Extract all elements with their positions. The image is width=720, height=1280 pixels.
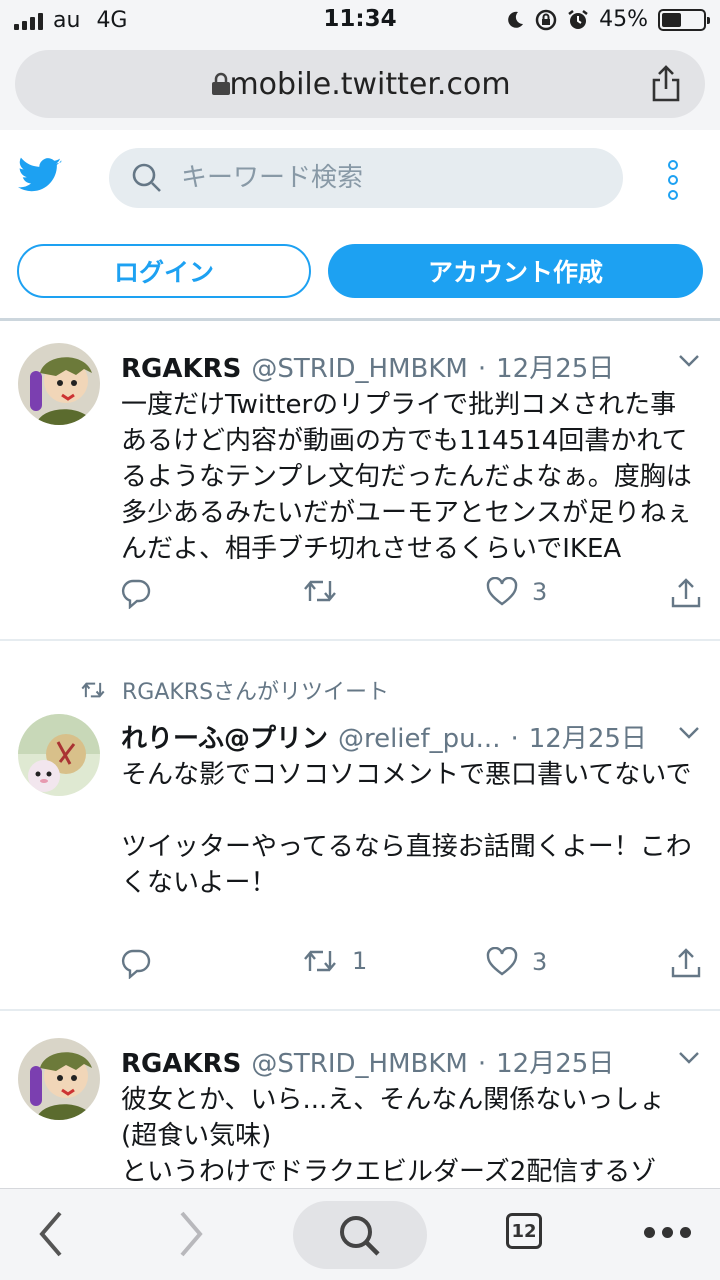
tabs-button[interactable]: 12: [506, 1213, 542, 1249]
browser-toolbar: 12: [0, 1188, 720, 1280]
twitter-logo-icon[interactable]: [18, 157, 62, 195]
tweet-header: RGAKRS @STRID_HMBKM · 12月25日: [121, 348, 660, 385]
author-name[interactable]: RGAKRS: [121, 1049, 241, 1079]
retweet-icon: [304, 950, 336, 972]
tweet-header: れりーふ@プリン @relief_pu... · 12月25日: [121, 718, 660, 755]
author-name[interactable]: れりーふ@プリン: [121, 718, 328, 755]
retweet-context: RGAKRSさんがリツイート: [80, 674, 389, 706]
share-tweet-button[interactable]: [670, 577, 702, 609]
author-handle[interactable]: @STRID_HMBKM: [251, 1049, 467, 1079]
retweet-count: 1: [352, 947, 368, 975]
heart-icon: [486, 577, 518, 606]
more-menu-button[interactable]: [644, 1227, 691, 1238]
reply-button[interactable]: [120, 947, 152, 979]
back-icon[interactable]: [36, 1209, 66, 1259]
author-handle[interactable]: @STRID_HMBKM: [251, 354, 467, 384]
separator: ·: [477, 1049, 487, 1079]
login-button[interactable]: ログイン: [17, 244, 311, 298]
more-options-icon[interactable]: [668, 160, 678, 200]
search-box[interactable]: [109, 148, 623, 208]
moon-icon: [508, 11, 524, 28]
avatar[interactable]: [18, 714, 100, 796]
chevron-down-icon[interactable]: [678, 352, 700, 368]
chevron-down-icon[interactable]: [678, 724, 700, 740]
browser-search-button[interactable]: [293, 1201, 427, 1269]
heart-icon: [486, 947, 518, 976]
search-icon: [132, 163, 161, 192]
battery-percent: 45%: [599, 7, 648, 32]
reply-icon: [121, 949, 151, 979]
tweet-actions: 3: [0, 577, 720, 617]
tweet-text: 彼女とか、いら...え、そんなん関係ないっしょ(超食い気味) というわけでドラク…: [121, 1085, 666, 1187]
search-icon: [340, 1216, 380, 1256]
header-divider: [0, 318, 720, 321]
forward-icon[interactable]: [176, 1209, 206, 1259]
retweet-button[interactable]: 1: [302, 947, 367, 975]
tab-count: 12: [506, 1213, 542, 1249]
tweet-actions: 1 3: [0, 947, 720, 987]
tweet-divider: [0, 1009, 720, 1011]
like-count: 3: [532, 948, 548, 976]
author-name[interactable]: RGAKRS: [121, 354, 241, 384]
avatar[interactable]: [18, 343, 100, 425]
retweet-button[interactable]: [302, 577, 338, 605]
tweet-text: 一度だけTwitterのリプライで批判コメされた事あるけど内容が動画の方でも11…: [121, 390, 692, 564]
share-tweet-button[interactable]: [670, 947, 702, 979]
separator: ·: [510, 724, 519, 754]
share-icon: [671, 578, 701, 608]
retweet-icon: [304, 580, 336, 602]
tweet-text: そんな影でコソコソコメントで悪口書いてないで ツイッターやってるなら直接お話聞く…: [121, 760, 692, 898]
address-bar[interactable]: mobile.twitter.com: [15, 50, 705, 118]
like-button[interactable]: 3: [486, 947, 547, 977]
signup-button[interactable]: アカウント作成: [328, 244, 703, 298]
chevron-down-icon[interactable]: [678, 1049, 700, 1065]
avatar[interactable]: [18, 1038, 100, 1120]
tweet-date[interactable]: 12月25日: [529, 718, 647, 755]
share-icon[interactable]: [649, 64, 683, 104]
browser-address-area: mobile.twitter.com: [0, 40, 720, 130]
like-button[interactable]: 3: [486, 577, 547, 607]
more-icon: [644, 1227, 691, 1238]
retweet-icon: [81, 682, 105, 698]
retweeted-by-label[interactable]: RGAKRSさんがリツイート: [122, 674, 389, 706]
author-handle[interactable]: @relief_pu...: [338, 724, 501, 754]
share-icon: [671, 948, 701, 978]
reply-button[interactable]: [120, 577, 152, 609]
separator: ·: [477, 354, 487, 384]
tweet-header: RGAKRS @STRID_HMBKM · 12月25日: [121, 1043, 660, 1080]
tweet-date[interactable]: 12月25日: [496, 348, 614, 385]
search-input[interactable]: [181, 158, 601, 198]
reply-icon: [121, 579, 151, 609]
status-bar: au 4G 11:34 45%: [0, 0, 720, 40]
battery-icon: [658, 8, 710, 31]
tweet-date[interactable]: 12月25日: [496, 1043, 614, 1080]
like-count: 3: [532, 578, 548, 606]
alarm-icon: [568, 9, 588, 29]
url-text: mobile.twitter.com: [229, 67, 511, 102]
tweet-divider: [0, 639, 720, 641]
rotation-lock-icon: [535, 9, 557, 30]
